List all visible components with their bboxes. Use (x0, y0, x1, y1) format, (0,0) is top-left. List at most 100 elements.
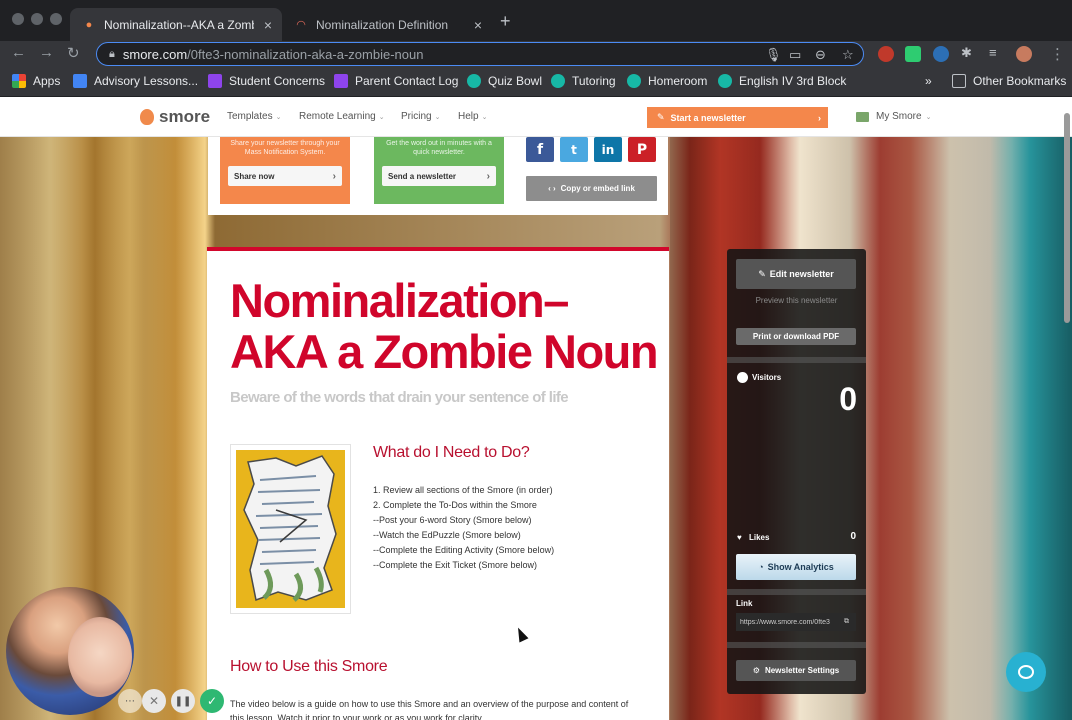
new-tab-button[interactable]: + (500, 11, 511, 32)
docs-icon (73, 74, 87, 88)
tab-active[interactable]: ● Nominalization--AKA a Zombie Noun × (70, 8, 282, 41)
reading-list-icon[interactable]: ≡ (989, 45, 1005, 61)
tab-inactive[interactable]: ◠ Nominalization Definition × (282, 8, 492, 41)
extension-blue-icon[interactable] (933, 46, 949, 62)
pencil-icon: ✎ (758, 268, 766, 279)
analytics-icon: ◔ (758, 562, 764, 572)
chevron-down-icon: ⌄ (434, 114, 441, 121)
forward-icon[interactable]: → (39, 44, 54, 61)
nav-templates[interactable]: Templates ⌄ (227, 111, 281, 122)
twitter-share-icon[interactable]: t (560, 137, 588, 162)
page-scrollbar[interactable] (1064, 113, 1070, 323)
recording-pause-icon[interactable]: ❚❚ (171, 689, 195, 713)
todo-list: 1. Review all sections of the Smore (in … (373, 483, 554, 573)
bookmark-label: English IV 3rd Block (739, 74, 847, 88)
cast-icon[interactable]: ▭ (789, 47, 801, 63)
help-chat-button[interactable] (1006, 652, 1046, 692)
bookmark-parent-contact-log[interactable]: Parent Contact Log (334, 74, 458, 88)
extensions-puzzle-icon[interactable]: ✱ (961, 45, 977, 61)
nav-remote-learning[interactable]: Remote Learning ⌄ (299, 111, 385, 122)
nav-label: Templates (227, 111, 273, 122)
linkedin-share-icon[interactable]: in (594, 137, 622, 162)
zoom-icon[interactable]: ⊖ (815, 47, 826, 63)
newsletter-link-field[interactable]: https://www.smore.com/0fte3 ⧉ (736, 613, 856, 631)
bookmark-quiz-bowl[interactable]: Quiz Bowl (467, 74, 542, 88)
close-tab-icon[interactable]: × (474, 17, 482, 33)
recording-cancel-icon[interactable]: ✕ (142, 689, 166, 713)
newsletter-title: Nominalization–AKA a Zombie Noun (230, 274, 659, 378)
pinterest-glyph: P (636, 141, 648, 158)
chevron-down-icon: ⌄ (275, 114, 282, 121)
bookmark-label: Homeroom (648, 74, 708, 88)
classroom-icon (467, 74, 481, 88)
recording-finish-icon[interactable]: ✓ (200, 689, 224, 713)
address-bar[interactable]: 🔒︎ smore.com /0fte3-nominalization-aka-a… (96, 42, 864, 66)
close-tab-icon[interactable]: × (264, 17, 272, 33)
profile-avatar[interactable] (1016, 46, 1032, 62)
chevron-right-icon: › (486, 170, 490, 182)
print-download-pdf-button[interactable]: Print or download PDF (736, 328, 856, 345)
preview-newsletter-link[interactable]: Preview this newsletter (727, 296, 866, 305)
nav-help[interactable]: Help ⌄ (458, 111, 487, 122)
bookmark-star-icon[interactable]: ☆ (842, 47, 854, 63)
bookmarks-overflow-button[interactable]: » (925, 74, 932, 88)
bookmark-advisory[interactable]: Advisory Lessons... (73, 74, 198, 88)
show-analytics-button[interactable]: ◔ Show Analytics (736, 554, 856, 580)
nav-pricing[interactable]: Pricing ⌄ (401, 111, 440, 122)
bookmark-label: Parent Contact Log (355, 74, 459, 88)
zombie-newspaper-image[interactable] (230, 444, 351, 614)
send-newsletter-button[interactable]: Send a newsletter › (382, 166, 496, 186)
likes-text: Likes (748, 533, 770, 542)
classroom-icon (551, 74, 565, 88)
recording-more-icon[interactable]: ⋯ (118, 689, 142, 713)
my-smore-menu[interactable]: My Smore ⌄ (856, 111, 931, 122)
start-newsletter-button[interactable]: ✎ Start a newsletter › (647, 107, 828, 128)
other-bookmarks-folder[interactable]: Other Bookmarks (952, 74, 1066, 88)
extension-record-icon[interactable] (878, 46, 894, 62)
likes-label: ♥ Likes (737, 533, 769, 542)
lock-icon: 🔒︎ (109, 47, 115, 60)
link-url-text: https://www.smore.com/0fte3 (740, 618, 830, 626)
eye-icon (737, 372, 748, 383)
extension-green-icon[interactable] (905, 46, 921, 62)
pencil-icon: ✎ (657, 112, 665, 122)
copy-icon[interactable]: ⧉ (844, 618, 849, 626)
smore-logo[interactable]: smore (140, 107, 210, 127)
browser-tab-strip: ● Nominalization--AKA a Zombie Noun × ◠ … (0, 0, 1072, 41)
share-now-button[interactable]: Share now › (228, 166, 342, 186)
list-item: 2. Complete the To-Dos within the Smore (373, 500, 537, 510)
bookmark-student-concerns[interactable]: Student Concerns (208, 74, 325, 88)
chat-bubble-icon (1018, 665, 1034, 679)
microphone-icon[interactable]: 🎙︎ (765, 47, 782, 63)
bookmark-tutoring[interactable]: Tutoring (551, 74, 616, 88)
back-icon[interactable]: ← (11, 44, 26, 61)
bookmark-apps[interactable]: Apps (12, 74, 60, 88)
close-window-button[interactable] (12, 13, 24, 25)
copy-embed-link-button[interactable]: ‹ › Copy or embed link (526, 176, 657, 201)
button-label: Copy or embed link (560, 184, 635, 193)
classroom-icon (718, 74, 732, 88)
webcam-bubble[interactable] (6, 587, 134, 715)
facebook-share-icon[interactable]: f (526, 137, 554, 162)
zoom-window-button[interactable] (50, 13, 62, 25)
smore-flame-icon (140, 109, 154, 125)
share-panel: Share your newsletter through your Mass … (208, 137, 668, 215)
pinterest-share-icon[interactable]: P (628, 137, 656, 162)
edit-newsletter-button[interactable]: ✎ Edit newsletter (736, 259, 856, 289)
bookmark-homeroom[interactable]: Homeroom (627, 74, 707, 88)
menu-dots-icon[interactable]: ⋮ (1050, 45, 1065, 63)
quick-newsletter-card: Get the word out in minutes with a quick… (374, 137, 504, 204)
newsletter-card: Nominalization–AKA a Zombie Noun Beware … (207, 247, 669, 720)
code-brackets-icon: ‹ › (548, 184, 556, 193)
nav-label: Remote Learning (299, 111, 376, 122)
newsletter-side-panel: ✎ Edit newsletter Preview this newslette… (727, 249, 866, 694)
bookmark-english-iv[interactable]: English IV 3rd Block (718, 74, 846, 88)
minimize-window-button[interactable] (31, 13, 43, 25)
button-label: Edit newsletter (769, 269, 834, 279)
link-label: Link (736, 599, 753, 608)
visitors-count: 0 (839, 381, 857, 417)
bookmark-label: Advisory Lessons... (94, 74, 199, 88)
newsletter-settings-button[interactable]: ⚙ Newsletter Settings (736, 660, 856, 681)
section-how-to-use-title: How to Use this Smore (230, 658, 388, 675)
reload-icon[interactable]: ↻ (67, 44, 80, 62)
